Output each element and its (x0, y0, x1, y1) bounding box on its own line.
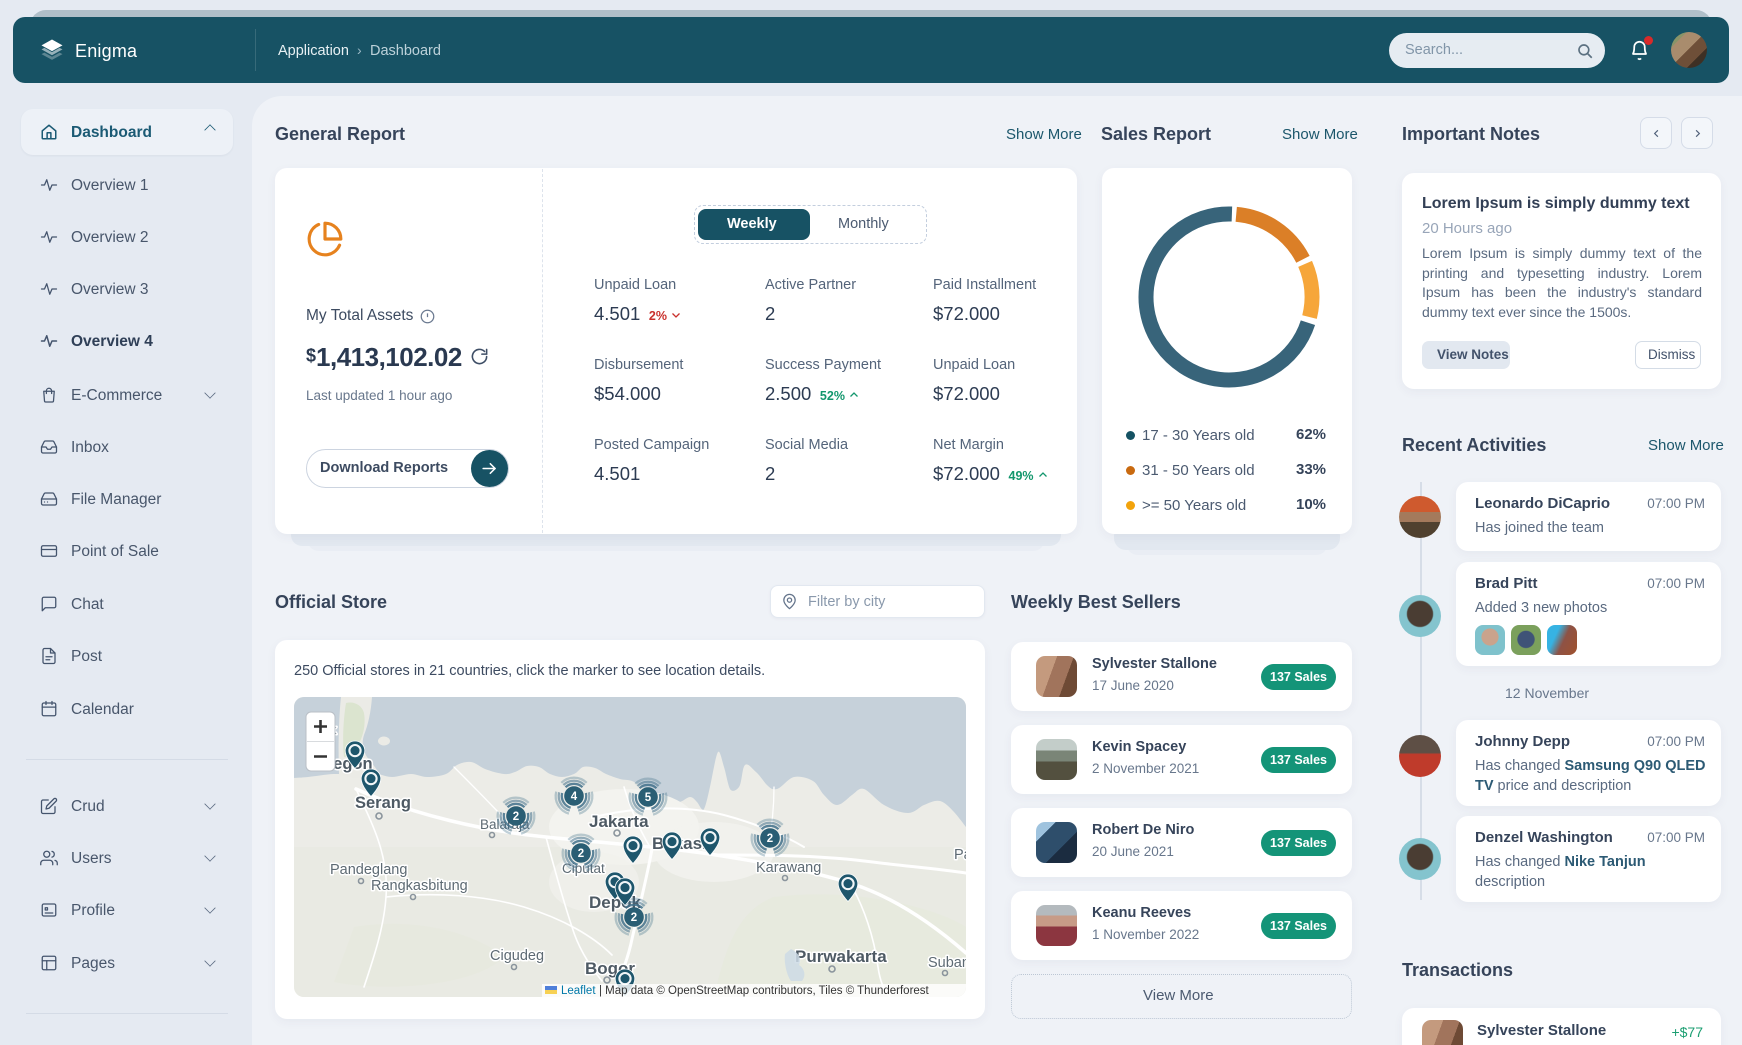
svg-text:Subang: Subang (928, 955, 966, 971)
svg-text:2: 2 (578, 848, 584, 860)
svg-text:Cigudeg: Cigudeg (490, 948, 544, 964)
svg-text:4: 4 (571, 791, 578, 803)
svg-text:Rangkasbitung: Rangkasbitung (371, 878, 468, 894)
svg-text:5: 5 (645, 792, 652, 804)
svg-text:2: 2 (767, 833, 773, 845)
svg-text:2: 2 (631, 912, 637, 924)
svg-text:2: 2 (513, 811, 519, 823)
svg-text:Pandeglang: Pandeglang (330, 862, 407, 878)
svg-text:Leaflet: Leaflet (561, 985, 596, 997)
svg-text:Pama: Pama (954, 847, 966, 863)
svg-text:Karawang: Karawang (756, 860, 821, 876)
svg-text:| Map data © OpenStreetMap con: | Map data © OpenStreetMap contributors,… (599, 985, 930, 997)
svg-text:Serang: Serang (355, 794, 411, 812)
svg-text:Purwakarta: Purwakarta (795, 947, 887, 966)
svg-text:Jakarta: Jakarta (589, 812, 649, 831)
